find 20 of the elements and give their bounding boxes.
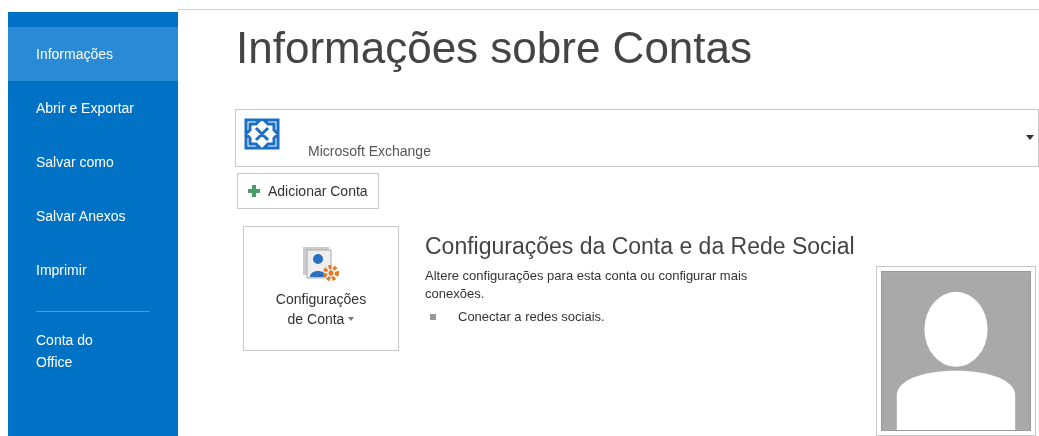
sidebar-item[interactable]: Conta do Office xyxy=(8,326,128,376)
sidebar-item[interactable]: Informações xyxy=(8,27,178,81)
sidebar-item[interactable]: Abrir e Exportar xyxy=(8,81,178,135)
bullet-icon xyxy=(430,313,436,320)
caret-icon xyxy=(348,317,355,321)
plus-icon xyxy=(248,185,260,197)
social-link-text: Conectar a redes sociais. xyxy=(458,308,605,326)
sidebar-item[interactable]: Salvar como xyxy=(8,135,178,189)
sidebar-item[interactable]: Salvar Anexos xyxy=(8,189,178,243)
account-settings-button[interactable]: Configurações de Conta xyxy=(243,226,399,351)
section-description: Altere configurações para esta conta ou configurar mais conexões. xyxy=(425,267,749,303)
user-settings-icon xyxy=(301,245,341,283)
add-account-button[interactable]: Adicionar Conta xyxy=(237,173,379,209)
page-title: Informações sobre Contas xyxy=(236,22,754,74)
account-name: Microsoft Exchange xyxy=(308,142,431,161)
account-selector[interactable]: Microsoft Exchange xyxy=(235,109,1039,167)
caret-icon xyxy=(1026,135,1034,140)
section-heading: Configurações da Conta e da Rede Social xyxy=(425,232,856,261)
sidebar-item[interactable]: Imprimir xyxy=(8,243,178,297)
exchange-logo-icon xyxy=(242,116,282,152)
